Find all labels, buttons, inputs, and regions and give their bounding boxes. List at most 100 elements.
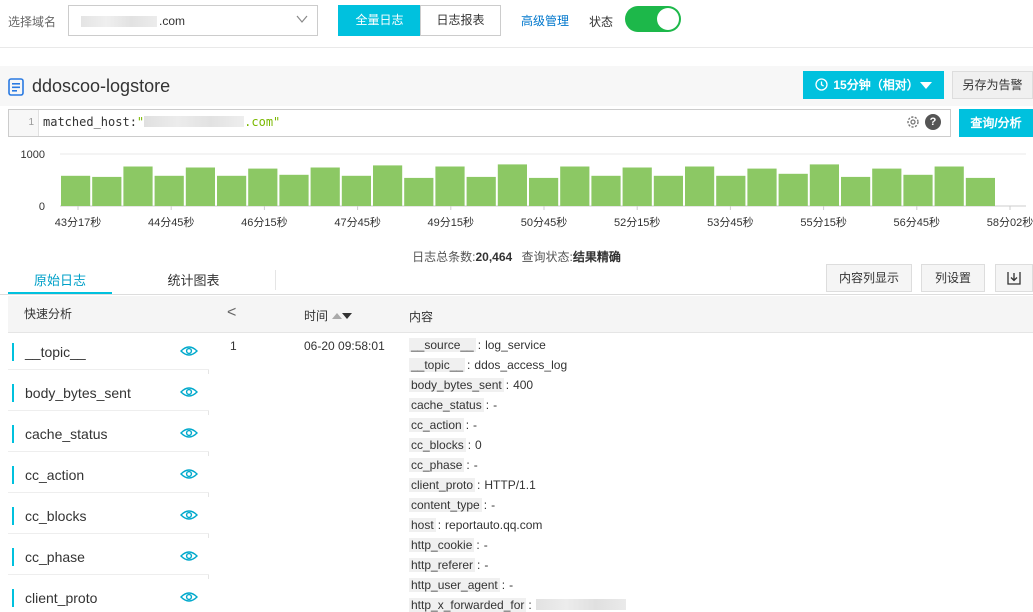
tab-raw-logs[interactable]: 原始日志: [8, 270, 112, 289]
x-tick-label: 49分15秒: [428, 215, 474, 229]
active-tab-indicator: [8, 292, 112, 294]
histogram-bar: [279, 174, 309, 206]
eye-icon[interactable]: [180, 590, 198, 604]
toggle-knob: [657, 8, 679, 30]
log-field: body_bytes_sent:400: [409, 376, 533, 394]
field-key[interactable]: __source__: [409, 338, 476, 352]
log-field: cache_status: -: [409, 396, 497, 414]
field-value[interactable]: log_service: [485, 338, 546, 352]
sidebar-field-item[interactable]: client_proto: [8, 579, 209, 612]
field-value[interactable]: -: [484, 538, 488, 552]
advanced-management-link[interactable]: 高级管理: [521, 12, 569, 29]
field-key[interactable]: client_proto: [409, 478, 476, 492]
histogram-bar: [248, 168, 278, 206]
field-key[interactable]: http_cookie: [409, 538, 475, 552]
field-marker: [12, 589, 14, 607]
log-field: http_referer: -: [409, 556, 488, 574]
status-label: 状态: [589, 15, 614, 29]
eye-icon[interactable]: [180, 344, 198, 358]
field-key[interactable]: host: [409, 518, 436, 532]
quick-analysis-sidebar: 快速分析 __topic__ body_bytes_sent cache_statu…: [8, 296, 209, 612]
status-toggle[interactable]: [625, 6, 681, 32]
histogram-bar: [747, 168, 777, 206]
field-value[interactable]: 400: [513, 378, 533, 392]
histogram-bar: [841, 176, 871, 206]
domain-select[interactable]: .com: [68, 5, 318, 36]
histogram-bar: [497, 164, 527, 206]
sidebar-field-item[interactable]: cc_phase: [8, 538, 209, 575]
eye-icon[interactable]: [180, 467, 198, 481]
log-field: http_user_agent: -: [409, 576, 513, 594]
sidebar-field-item[interactable]: body_bytes_sent: [8, 374, 209, 411]
sidebar-field-item[interactable]: cc_action: [8, 456, 209, 493]
field-value[interactable]: -: [509, 578, 513, 592]
log-field: cc_phase: -: [409, 456, 478, 474]
field-value[interactable]: HTTP/1.1: [484, 478, 535, 492]
all-logs-button[interactable]: 全量日志: [338, 5, 421, 36]
histogram-bar: [217, 175, 247, 206]
download-button[interactable]: [995, 264, 1033, 292]
field-value[interactable]: reportauto.qq.com: [445, 518, 542, 532]
save-as-alert-button[interactable]: 另存为告警: [952, 71, 1033, 99]
field-separator: :: [483, 498, 488, 512]
field-key[interactable]: cc_action: [409, 418, 464, 432]
field-key[interactable]: body_bytes_sent: [409, 378, 504, 392]
clock-icon: [815, 78, 828, 91]
field-key[interactable]: http_referer: [409, 558, 476, 572]
field-name: __topic__: [25, 344, 86, 360]
y-tick-label: 1000: [21, 149, 45, 161]
help-icon[interactable]: ?: [925, 114, 941, 130]
field-value[interactable]: -: [473, 418, 477, 432]
time-column-header[interactable]: 时间: [304, 307, 353, 324]
sidebar-field-item[interactable]: cc_blocks: [8, 497, 209, 534]
tab-statistics-chart[interactable]: 统计图表: [112, 270, 276, 290]
field-value[interactable]: -: [484, 558, 488, 572]
log-field: cc_action: -: [409, 416, 477, 434]
field-value[interactable]: -: [474, 458, 478, 472]
collapse-sidebar-button[interactable]: <: [227, 304, 236, 322]
field-marker: [12, 466, 14, 484]
field-value[interactable]: -: [493, 398, 497, 412]
log-report-button[interactable]: 日志报表: [420, 5, 501, 36]
field-key[interactable]: http_user_agent: [409, 578, 500, 592]
gear-icon[interactable]: [905, 114, 921, 130]
field-value[interactable]: ddos_access_log: [474, 358, 567, 372]
logstore-title: ddoscoo-logstore: [32, 76, 171, 96]
sort-asc-icon[interactable]: [332, 313, 343, 319]
eye-icon[interactable]: [180, 549, 198, 563]
x-tick-label: 55分15秒: [800, 215, 846, 229]
field-key[interactable]: cc_blocks: [409, 438, 466, 452]
sort-desc-icon[interactable]: [342, 313, 353, 319]
result-summary: 日志总条数:20,464 查询状态:结果精确: [0, 248, 1033, 265]
field-key[interactable]: cc_phase: [409, 458, 465, 472]
show-content-columns-button[interactable]: 内容列显示: [826, 264, 912, 292]
sidebar-field-item[interactable]: cache_status: [8, 415, 209, 452]
field-key[interactable]: content_type: [409, 498, 482, 512]
histogram-bar: [560, 166, 590, 206]
chevron-down-icon: [296, 15, 308, 23]
column-settings-button[interactable]: 列设置: [921, 264, 985, 292]
histogram-bar: [466, 176, 496, 206]
field-key[interactable]: cache_status: [409, 398, 484, 412]
query-status-label: 查询状态:: [521, 250, 573, 264]
eye-icon[interactable]: [180, 508, 198, 522]
logstore-icon: [8, 78, 24, 96]
domain-label: 选择域名: [8, 15, 57, 29]
quick-analysis-header: 快速分析: [8, 296, 209, 333]
total-count-label: 日志总条数:: [412, 250, 476, 264]
field-separator: :: [501, 578, 506, 592]
log-histogram: 1000 0 43分17秒 44分45秒 46分15秒 47分45秒 49分15秒 50分45…: [21, 149, 1033, 229]
field-key[interactable]: __topic__: [409, 358, 466, 372]
time-range-button[interactable]: 15分钟（相对）: [803, 71, 944, 99]
query-editor[interactable]: 1 matched_host:" .com" ?: [8, 109, 951, 137]
field-value[interactable]: -: [491, 498, 495, 512]
eye-icon[interactable]: [180, 385, 198, 399]
field-marker: [12, 425, 14, 443]
query-analyze-button[interactable]: 查询/分析: [959, 109, 1033, 137]
field-key[interactable]: http_x_forwarded_for: [409, 598, 527, 612]
field-separator: :: [528, 598, 532, 612]
sidebar-field-item[interactable]: __topic__: [8, 333, 209, 370]
field-value[interactable]: 0: [475, 438, 482, 452]
eye-icon[interactable]: [180, 426, 198, 440]
query-prefix: matched_host:: [43, 115, 137, 129]
